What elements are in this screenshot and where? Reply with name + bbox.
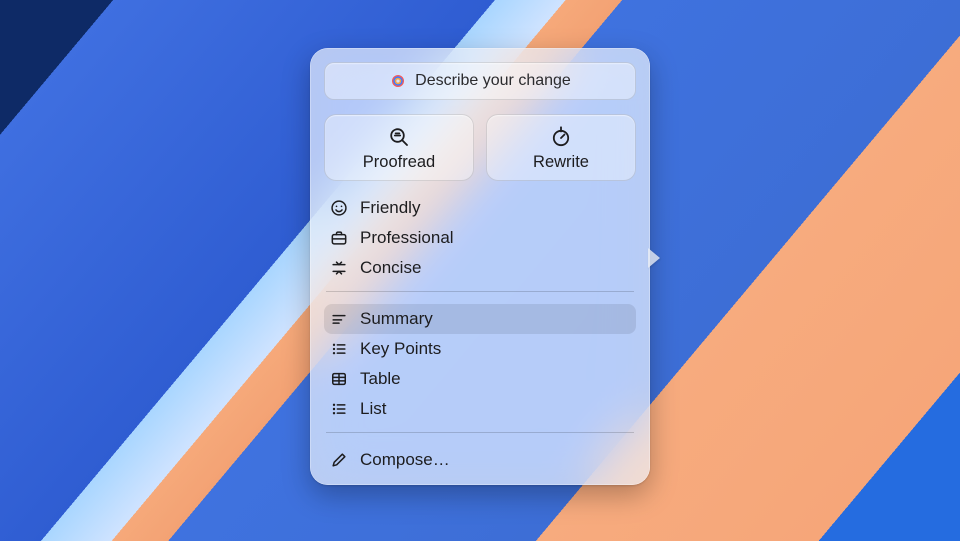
apple-intelligence-icon	[389, 72, 407, 90]
magnifier-icon	[387, 125, 411, 149]
smile-icon	[328, 198, 350, 218]
proofread-label: Proofread	[363, 153, 435, 172]
table-icon	[328, 369, 350, 389]
summary-icon	[328, 309, 350, 329]
popover-panel: Describe your change Proofread	[310, 48, 650, 485]
tone-concise[interactable]: Concise	[324, 253, 636, 283]
separator	[326, 291, 634, 292]
bullets-icon	[328, 339, 350, 359]
list-icon	[328, 399, 350, 419]
proofread-button[interactable]: Proofread	[324, 114, 474, 181]
format-table[interactable]: Table	[324, 364, 636, 394]
compose-label: Compose…	[360, 450, 450, 470]
pencil-icon	[328, 450, 350, 470]
format-summary[interactable]: Summary	[324, 304, 636, 334]
rewrite-button[interactable]: Rewrite	[486, 114, 636, 181]
describe-change-label: Describe your change	[415, 72, 571, 90]
popover-caret	[648, 248, 660, 268]
rewrite-icon	[549, 125, 573, 149]
format-list-label: List	[360, 399, 386, 419]
format-key-points-label: Key Points	[360, 339, 441, 359]
tone-concise-label: Concise	[360, 258, 421, 278]
tone-friendly[interactable]: Friendly	[324, 193, 636, 223]
concise-icon	[328, 258, 350, 278]
tone-friendly-label: Friendly	[360, 198, 420, 218]
rewrite-label: Rewrite	[533, 153, 589, 172]
separator	[326, 432, 634, 433]
briefcase-icon	[328, 228, 350, 248]
format-table-label: Table	[360, 369, 401, 389]
writing-tools-popover: Describe your change Proofread	[310, 48, 650, 485]
tone-professional[interactable]: Professional	[324, 223, 636, 253]
format-summary-label: Summary	[360, 309, 433, 329]
tone-professional-label: Professional	[360, 228, 454, 248]
describe-change-button[interactable]: Describe your change	[324, 62, 636, 100]
format-list[interactable]: List	[324, 394, 636, 424]
compose-item[interactable]: Compose…	[324, 445, 636, 475]
format-key-points[interactable]: Key Points	[324, 334, 636, 364]
